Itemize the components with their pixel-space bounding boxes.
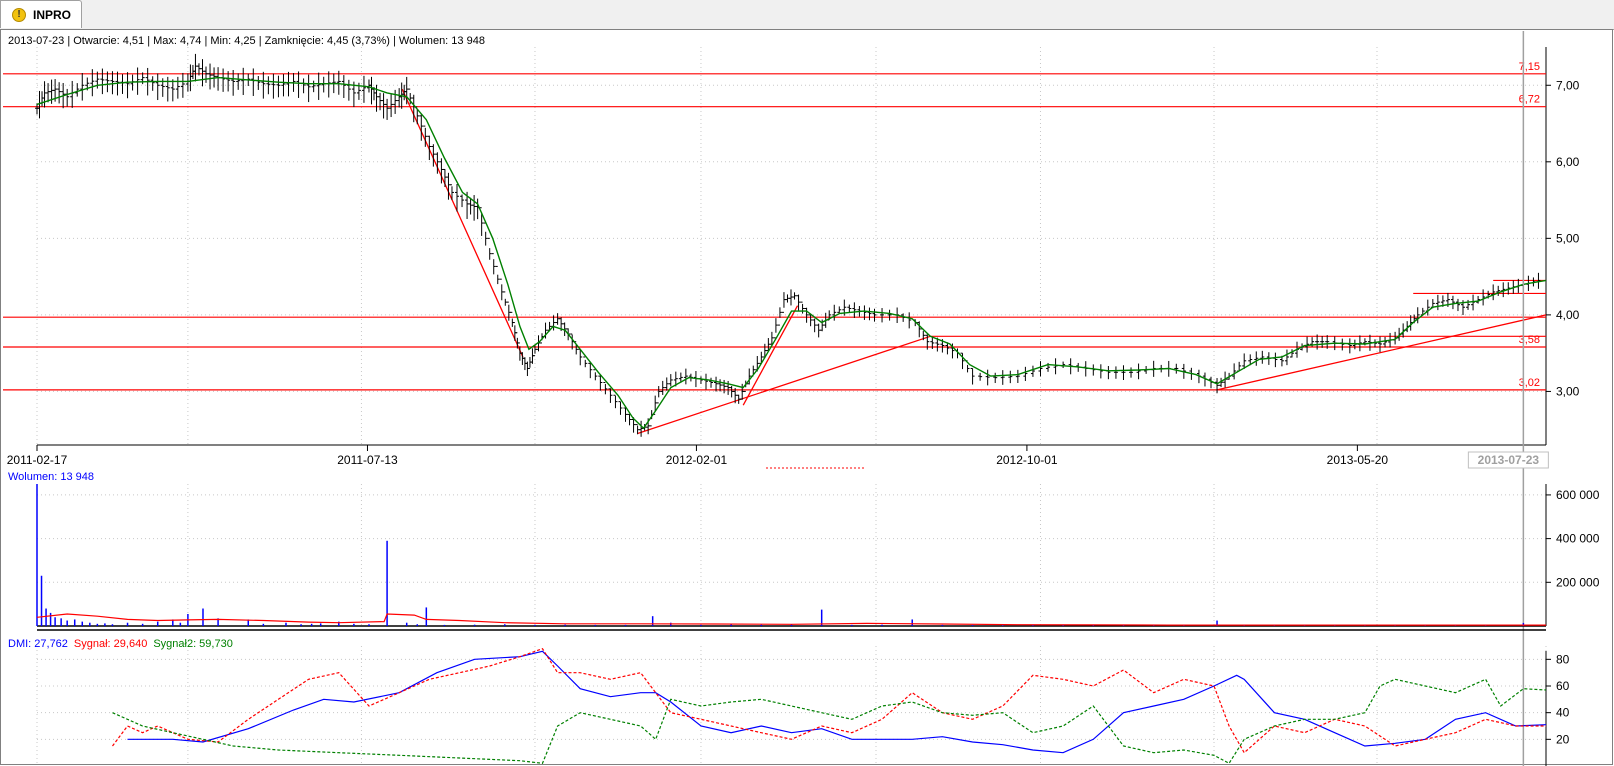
x-tick-label: 2012-10-01 [996,453,1058,467]
chart-area[interactable]: 3,00 4,00 5,00 6,00 7,00 7,15 6,72 3,58 3,02 2011… [0,29,1614,766]
warning-icon: ! [12,8,26,22]
signal2-line [112,678,1547,765]
y-tick-label: 600 000 [1556,488,1600,502]
x-tick-label: 2012-02-01 [666,453,728,467]
y-tick-label: 20 [1556,732,1570,746]
level-label: 7,15 [1519,61,1540,73]
level-label: 6,72 [1519,94,1540,106]
y-tick-label: 3,00 [1556,384,1580,398]
y-tick-label: 80 [1556,652,1570,666]
y-tick-label: 4,00 [1556,308,1580,322]
volume-average-line [36,613,1546,626]
y-tick-label: 6,00 [1556,155,1580,169]
y-tick-label: 40 [1556,706,1570,720]
y-tick-label: 60 [1556,679,1570,693]
dmi-header: DMI: 27,762 Sygnał: 29,640 Sygnał2: 59,730 [8,638,233,650]
trendline [1216,314,1547,391]
level-label: 3,02 [1519,377,1540,389]
trendline [637,335,931,435]
x-tick-label: 2013-05-20 [1327,453,1389,467]
y-tick-label: 5,00 [1556,231,1580,245]
moving-average-line [36,76,1547,430]
chart-border [0,29,1613,765]
y-tick-label: 200 000 [1556,575,1600,589]
dmi-line [127,650,1547,754]
stock-chart[interactable]: 3,004,005,006,007,007,156,723,583,022011… [0,29,1614,766]
tab-bar: ! INPRO [0,0,1614,30]
x-tick-label: 2011-02-17 [7,453,68,467]
cursor-date-label: 2013-07-23 [1478,453,1540,467]
y-tick-label: 400 000 [1556,532,1600,546]
signal-value: Sygnał: 29,640 [74,638,147,650]
dmi-value: DMI: 27,762 [8,638,68,650]
signal2-value: Sygnał2: 59,730 [153,638,233,650]
volume-header: Wolumen: 13 948 [8,471,94,483]
ohlc-info-header: 2013-07-23 | Otwarcie: 4,51 | Max: 4,74 … [8,35,485,47]
tab-inpro[interactable]: ! INPRO [0,0,82,28]
y-tick-label: 7,00 [1556,78,1580,92]
signal-line [112,647,1546,754]
x-tick-label: 2011-07-13 [337,453,398,467]
tab-label: INPRO [33,8,72,22]
